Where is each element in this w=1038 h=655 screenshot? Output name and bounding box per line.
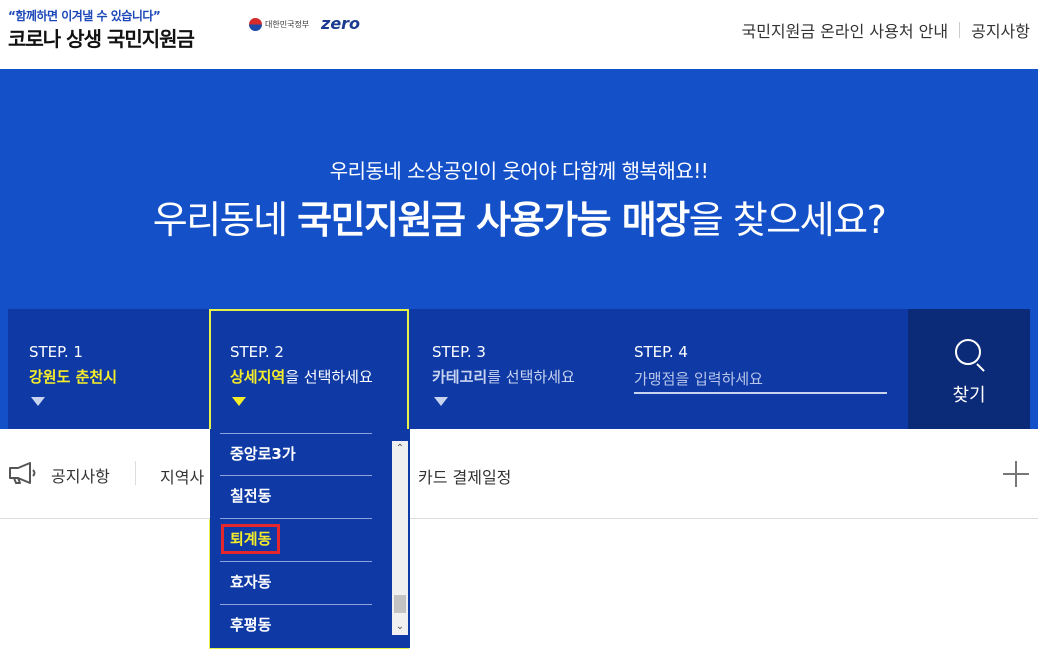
step-1-region[interactable]: STEP. 1 강원도 춘천시	[8, 309, 208, 429]
dropdown-item[interactable]: 후평동	[220, 604, 372, 647]
dropdown-item[interactable]: 칠전동	[220, 475, 372, 518]
step-3-value: 카테고리를 선택하세요	[432, 366, 575, 387]
dropdown-item-label: 효자동	[230, 573, 272, 591]
dropdown-scrollbar[interactable]: ⌃ ⌄	[392, 441, 408, 635]
header: “함께하면 이겨낼 수 있습니다” 코로나 상생 국민지원금 대한민국정부 ze…	[0, 0, 1038, 69]
hero-banner: 우리동네 소상공인이 웃어야 다함께 행복해요!! 우리동네 국민지원금 사용가…	[0, 69, 1038, 649]
step-1-chevron-down-icon	[31, 397, 45, 406]
hero-title-bold: 국민지원금 사용가능 매장	[297, 198, 690, 242]
nav-divider	[959, 22, 961, 38]
government-logo: 대한민국정부	[249, 18, 309, 31]
step-1-label: STEP. 1	[29, 343, 83, 361]
step-1-value: 강원도 춘천시	[29, 366, 117, 387]
dropdown-item-label: 칠전동	[230, 487, 272, 505]
notice-link[interactable]: 공지사항	[971, 18, 1030, 42]
notice-divider	[135, 461, 136, 485]
step-2-label: STEP. 2	[230, 343, 284, 361]
step-1-selected: 강원도 춘천시	[29, 368, 118, 386]
hero-title: 우리동네 국민지원금 사용가능 매장을 찾으세요?	[0, 189, 1038, 244]
step-3-rest: 를 선택하세요	[487, 368, 575, 386]
search-icon	[955, 339, 981, 365]
detail-region-dropdown[interactable]: 중앙로3가 칠전동 퇴계동 효자동 후평동 ⌃ ⌄	[210, 429, 410, 648]
dropdown-item-selected[interactable]: 퇴계동	[220, 518, 372, 561]
page: “함께하면 이겨낼 수 있습니다” 코로나 상생 국민지원금 대한민국정부 ze…	[0, 0, 1038, 655]
notice-text[interactable]: 지역사	[160, 464, 204, 488]
online-usage-guide-link[interactable]: 국민지원금 온라인 사용처 안내	[741, 18, 948, 42]
hero-title-suffix: 을 찾으세요?	[688, 198, 887, 242]
logo-title[interactable]: 코로나 상생 국민지원금	[8, 23, 195, 52]
dropdown-item-label: 퇴계동	[221, 524, 281, 554]
step-3-chevron-down-icon	[434, 397, 448, 406]
step-2-highlight: 상세지역	[230, 368, 286, 386]
step-4-store: STEP. 4	[613, 309, 908, 429]
notice-text-continued[interactable]: 카드 결제일정	[418, 464, 511, 488]
step-2-value: 상세지역을 선택하세요	[230, 366, 373, 387]
step-2-rest: 을 선택하세요	[285, 368, 373, 386]
notice-bar: 공지사항 지역사 카드 결제일정	[0, 429, 1038, 519]
step-3-label: STEP. 3	[432, 343, 486, 361]
step-bar: STEP. 1 강원도 춘천시 STEP. 2 상세지역을 선택하세요 STEP…	[8, 309, 1030, 649]
step-2-chevron-down-icon	[232, 397, 246, 406]
search-icon-handle	[976, 363, 985, 372]
step-4-label: STEP. 4	[634, 343, 688, 361]
step-3-category[interactable]: STEP. 3 카테고리를 선택하세요	[411, 309, 611, 429]
store-search-input[interactable]	[634, 366, 887, 394]
dropdown-item-label: 후평동	[230, 616, 272, 634]
search-button[interactable]: 찾기	[908, 309, 1030, 429]
logo-tagline: “함께하면 이겨낼 수 있습니다”	[8, 9, 161, 23]
hero-title-prefix: 우리동네	[152, 198, 298, 242]
notice-label[interactable]: 공지사항	[51, 463, 110, 487]
government-logo-text: 대한민국정부	[265, 20, 310, 29]
megaphone-icon	[9, 462, 36, 484]
scroll-down-icon[interactable]: ⌄	[392, 619, 408, 635]
scroll-up-icon[interactable]: ⌃	[392, 441, 408, 457]
scroll-thumb[interactable]	[394, 595, 406, 613]
plus-icon[interactable]	[1003, 461, 1029, 487]
search-button-label: 찾기	[952, 385, 986, 405]
taegeuk-icon	[249, 18, 262, 31]
hero-subtitle: 우리동네 소상공인이 웃어야 다함께 행복해요!!	[329, 159, 709, 183]
dropdown-item-label: 중앙로3가	[230, 445, 296, 463]
dropdown-item[interactable]: 효자동	[220, 561, 372, 604]
step-3-highlight: 카테고리	[432, 368, 488, 386]
top-nav: 국민지원금 온라인 사용처 안내 공지사항	[741, 18, 1030, 42]
dropdown-item[interactable]: 중앙로3가	[220, 433, 372, 476]
zero-logo: zero	[321, 14, 361, 33]
